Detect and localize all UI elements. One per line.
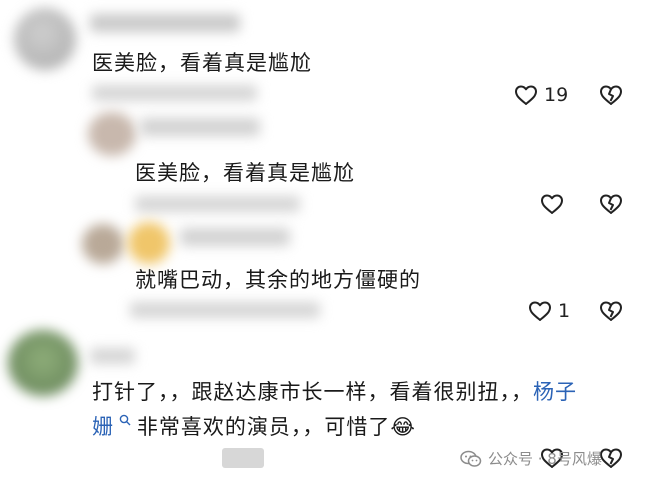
avatar[interactable] <box>8 330 78 396</box>
comment-text: 打针了，，跟赵达康市长一样，看着很别扭，， <box>92 380 533 404</box>
search-icon[interactable] <box>114 414 137 430</box>
broken-heart-icon <box>598 84 624 106</box>
avatar[interactable] <box>14 8 76 70</box>
mention-link[interactable]: 姗 <box>92 415 114 439</box>
like-button[interactable] <box>540 193 570 215</box>
reply-avatar[interactable] <box>128 222 170 264</box>
reply-username[interactable] <box>180 228 290 246</box>
reply-avatar[interactable] <box>88 112 136 156</box>
heart-outline-icon <box>514 84 538 106</box>
wechat-icon <box>460 450 482 468</box>
broken-heart-icon <box>598 447 624 469</box>
like-button[interactable]: 19 <box>514 84 568 106</box>
mention-link[interactable]: 杨子 <box>533 380 577 404</box>
watermark: 公众号 · 8号风爆 <box>460 448 602 469</box>
comment-text: 非常喜欢的演员，，可惜了 <box>136 415 391 439</box>
timestamp <box>130 302 320 318</box>
comment-text-line2: 姗 非常喜欢的演员，，可惜了😂 <box>92 407 416 442</box>
broken-heart-icon <box>598 193 624 215</box>
comment-text-line1: 打针了，，跟赵达康市长一样，看着很别扭，，杨子 <box>92 377 577 407</box>
dislike-button[interactable] <box>598 84 624 106</box>
reply-avatar[interactable] <box>82 224 124 264</box>
dislike-button[interactable] <box>598 447 624 469</box>
timestamp <box>92 85 257 101</box>
reply-username[interactable] <box>140 118 260 136</box>
laughing-emoji: 😂 <box>390 415 416 439</box>
broken-heart-icon <box>598 300 624 322</box>
watermark-text: 公众号 · 8号风爆 <box>488 450 602 468</box>
comment-text: 就嘴巴动，其余的地方僵硬的 <box>135 268 421 292</box>
timestamp <box>135 196 300 212</box>
dislike-button[interactable] <box>598 300 624 322</box>
username[interactable] <box>90 348 135 364</box>
timestamp <box>222 448 264 468</box>
like-count: 19 <box>544 84 569 106</box>
comment-text: 医美脸，看着真是尴尬 <box>135 161 355 185</box>
comment-text: 医美脸，看着真是尴尬 <box>92 51 312 75</box>
like-button[interactable]: 1 <box>528 300 570 322</box>
like-count: 1 <box>558 300 571 322</box>
username[interactable] <box>90 14 240 32</box>
heart-outline-icon <box>540 193 564 215</box>
dislike-button[interactable] <box>598 193 624 215</box>
heart-outline-icon <box>528 300 552 322</box>
